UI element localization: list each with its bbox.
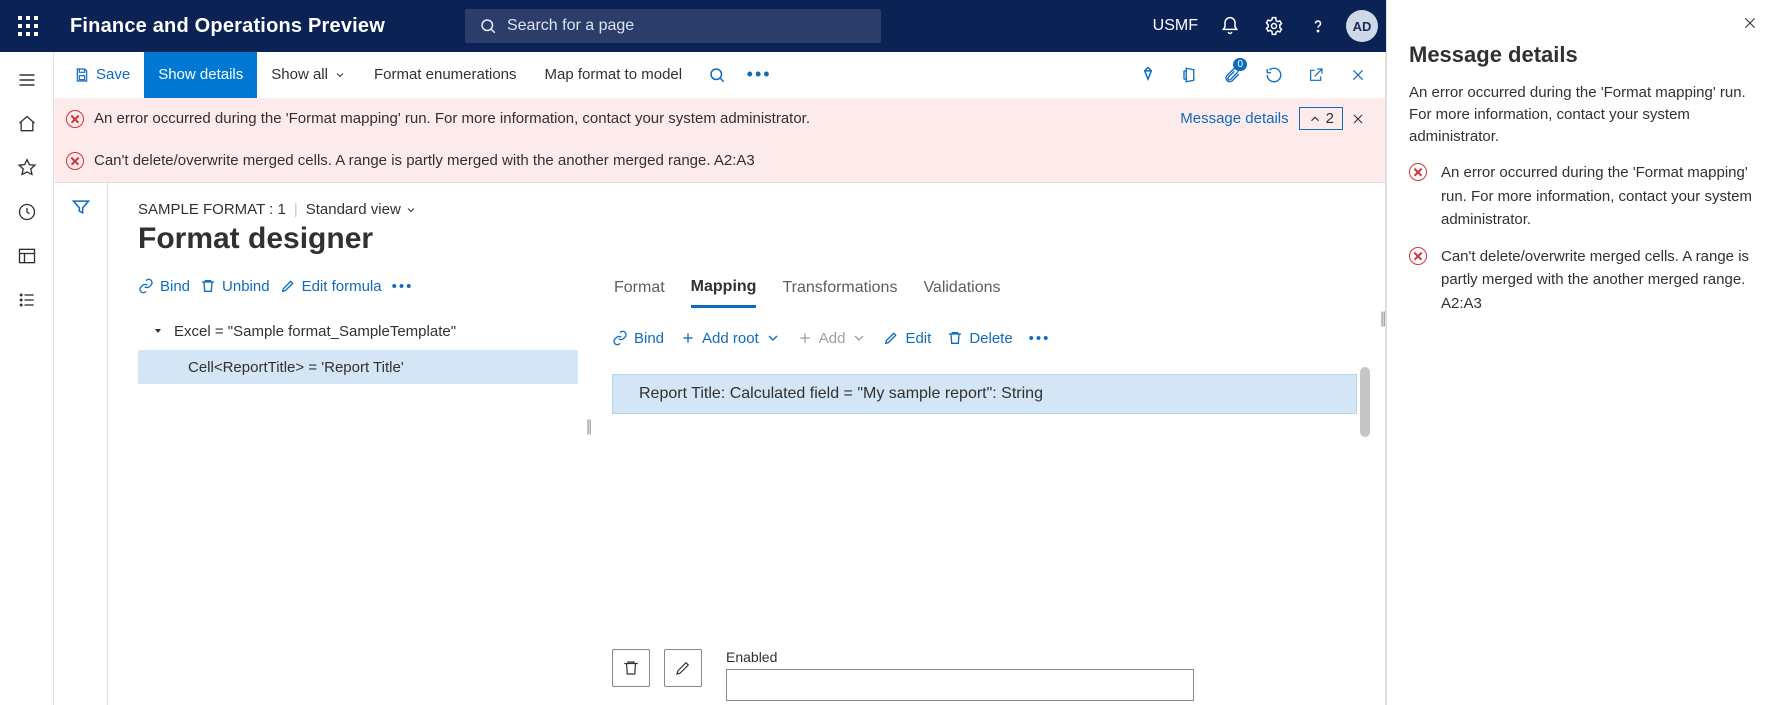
add-button: Add: [797, 330, 868, 347]
tree-root-label: Excel = "Sample format_SampleTemplate": [174, 323, 456, 340]
add-label: Add: [819, 330, 846, 347]
caret-down-icon: [152, 325, 164, 337]
save-label: Save: [96, 66, 130, 83]
message-count-chip[interactable]: 2: [1299, 107, 1343, 130]
message-row: An error occurred during the 'Format map…: [54, 98, 1385, 140]
message-count: 2: [1326, 110, 1334, 127]
refresh-icon[interactable]: [1253, 54, 1295, 96]
message-row: Can't delete/overwrite merged cells. A r…: [54, 140, 1385, 182]
workspaces-icon[interactable]: [5, 234, 49, 278]
diamond-icon[interactable]: [1127, 54, 1169, 96]
search-placeholder: Search for a page: [507, 17, 634, 35]
view-selector[interactable]: Standard view: [306, 201, 417, 218]
app-title: Finance and Operations Preview: [70, 15, 385, 38]
rightpanel-item-text: Can't delete/overwrite merged cells. A r…: [1441, 245, 1754, 315]
page-title: Format designer: [138, 222, 1357, 256]
map-format-button[interactable]: Map format to model: [531, 52, 697, 98]
show-all-button[interactable]: Show all: [257, 52, 360, 98]
tab-format[interactable]: Format: [614, 268, 665, 308]
format-enumerations-button[interactable]: Format enumerations: [360, 52, 531, 98]
splitter-handle[interactable]: ||: [586, 418, 590, 436]
rightpanel-item-text: An error occurred during the 'Format map…: [1441, 161, 1754, 231]
error-icon: [66, 152, 84, 170]
chevron-up-icon: [1308, 112, 1322, 126]
message-details-link[interactable]: Message details: [1170, 110, 1298, 127]
error-icon: [66, 110, 84, 128]
delete-label: Delete: [969, 330, 1012, 347]
edit-label: Edit: [905, 330, 931, 347]
help-icon[interactable]: [1296, 4, 1340, 48]
popout-icon[interactable]: [1295, 54, 1337, 96]
chevron-down-icon: [405, 204, 417, 216]
company-code[interactable]: USMF: [1153, 17, 1198, 35]
settings-icon[interactable]: [1252, 4, 1296, 48]
modules-icon[interactable]: [5, 278, 49, 322]
more-icon[interactable]: •••: [392, 278, 414, 295]
rightpanel-item: Can't delete/overwrite merged cells. A r…: [1409, 245, 1754, 315]
show-details-button[interactable]: Show details: [144, 52, 257, 98]
mapping-row-label: Report Title: Calculated field = "My sam…: [639, 385, 1043, 403]
tab-transformations[interactable]: Transformations: [782, 268, 897, 308]
message-text: Can't delete/overwrite merged cells. A r…: [94, 152, 755, 169]
notifications-icon[interactable]: [1208, 4, 1252, 48]
filter-icon[interactable]: [71, 197, 91, 705]
tree-child-label: Cell<ReportTitle> = 'Report Title': [188, 359, 404, 376]
close-panel-icon[interactable]: [1742, 14, 1758, 37]
scrollbar-thumb[interactable]: [1360, 367, 1370, 437]
mapping-selected-row[interactable]: Report Title: Calculated field = "My sam…: [612, 374, 1357, 414]
edit-formula-button[interactable]: Edit formula: [280, 278, 382, 295]
bind-button-right[interactable]: Bind: [612, 330, 664, 347]
close-page-icon[interactable]: [1337, 54, 1379, 96]
edit-icon-button[interactable]: [664, 649, 702, 687]
edit-formula-label: Edit formula: [302, 278, 382, 295]
panel-splitter-handle[interactable]: ||: [1380, 310, 1384, 328]
error-icon: [1409, 163, 1427, 181]
unbind-button[interactable]: Unbind: [200, 278, 270, 295]
recent-icon[interactable]: [5, 190, 49, 234]
app-launcher-icon[interactable]: [8, 6, 48, 46]
search-input[interactable]: Search for a page: [465, 9, 881, 43]
attachments-icon[interactable]: 0: [1211, 54, 1253, 96]
find-icon[interactable]: [696, 54, 738, 96]
view-label: Standard view: [306, 201, 401, 218]
unbind-label: Unbind: [222, 278, 270, 295]
rightpanel-item: An error occurred during the 'Format map…: [1409, 161, 1754, 231]
office-icon[interactable]: [1169, 54, 1211, 96]
bind-label: Bind: [160, 278, 190, 295]
show-all-label: Show all: [271, 66, 328, 83]
search-icon: [479, 17, 497, 35]
tab-validations[interactable]: Validations: [923, 268, 1000, 308]
favorites-icon[interactable]: [5, 146, 49, 190]
user-avatar[interactable]: AD: [1346, 10, 1378, 42]
message-text: An error occurred during the 'Format map…: [94, 110, 810, 127]
edit-button[interactable]: Edit: [883, 330, 931, 347]
breadcrumb: SAMPLE FORMAT : 1: [138, 201, 286, 218]
bind-right-label: Bind: [634, 330, 664, 347]
tree-node-root[interactable]: Excel = "Sample format_SampleTemplate": [138, 314, 578, 348]
bind-button[interactable]: Bind: [138, 278, 190, 295]
rightpanel-summary: An error occurred during the 'Format map…: [1409, 82, 1754, 147]
attachment-count: 0: [1233, 58, 1247, 71]
tree-node-selected[interactable]: Cell<ReportTitle> = 'Report Title': [138, 350, 578, 384]
more-actions-icon[interactable]: •••: [738, 54, 780, 96]
separator: |: [294, 201, 298, 218]
hamburger-icon[interactable]: [5, 58, 49, 102]
error-icon: [1409, 247, 1427, 265]
chevron-down-icon: [765, 330, 781, 346]
save-button[interactable]: Save: [60, 52, 144, 98]
enabled-input[interactable]: [726, 669, 1194, 701]
delete-icon-button[interactable]: [612, 649, 650, 687]
chevron-down-icon: [851, 330, 867, 346]
tab-mapping[interactable]: Mapping: [691, 268, 757, 308]
rightpanel-title: Message details: [1409, 42, 1754, 68]
chevron-down-icon: [334, 69, 346, 81]
dismiss-messages-icon[interactable]: [1343, 104, 1373, 134]
more-icon-right[interactable]: •••: [1029, 330, 1051, 347]
add-root-button[interactable]: Add root: [680, 330, 781, 347]
enabled-label: Enabled: [726, 649, 1194, 665]
add-root-label: Add root: [702, 330, 759, 347]
delete-button[interactable]: Delete: [947, 330, 1012, 347]
home-icon[interactable]: [5, 102, 49, 146]
